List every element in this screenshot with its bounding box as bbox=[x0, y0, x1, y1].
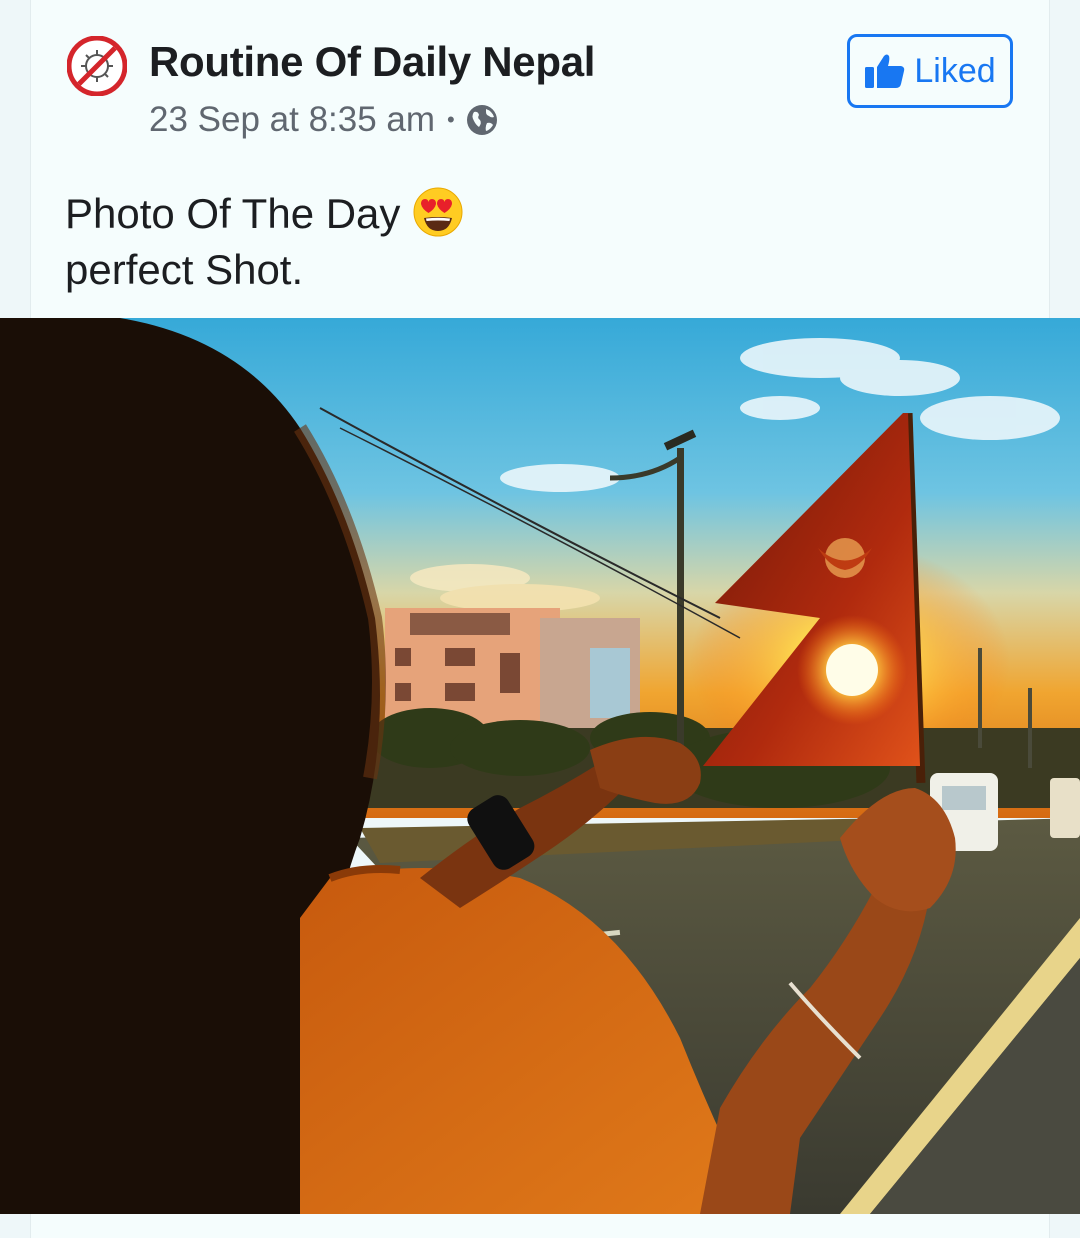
liked-label: Liked bbox=[914, 51, 996, 90]
post-text: Photo Of The Day perfect Shot. bbox=[65, 186, 464, 298]
globe-icon bbox=[466, 105, 497, 135]
post-photo[interactable] bbox=[0, 318, 1080, 1214]
liked-button[interactable]: Liked bbox=[847, 34, 1013, 108]
post-text-line2: perfect Shot. bbox=[65, 246, 304, 293]
page-avatar[interactable] bbox=[66, 35, 128, 97]
post-timestamp[interactable]: 23 Sep at 8:35 am bbox=[149, 100, 435, 140]
heart-eyes-emoji bbox=[413, 187, 463, 237]
no-virus-icon bbox=[66, 35, 128, 97]
post-text-line1: Photo Of The Day bbox=[65, 190, 401, 237]
post-card: Routine Of Daily Nepal 23 Sep at 8:35 am… bbox=[30, 0, 1050, 318]
post-meta: 23 Sep at 8:35 am • bbox=[149, 100, 499, 140]
page-name[interactable]: Routine Of Daily Nepal bbox=[149, 38, 595, 86]
post-footer-strip bbox=[30, 1214, 1050, 1238]
meta-separator: • bbox=[447, 107, 455, 132]
nepal-flag-sunset-photo bbox=[0, 318, 1080, 1214]
thumbs-up-icon bbox=[865, 54, 905, 88]
